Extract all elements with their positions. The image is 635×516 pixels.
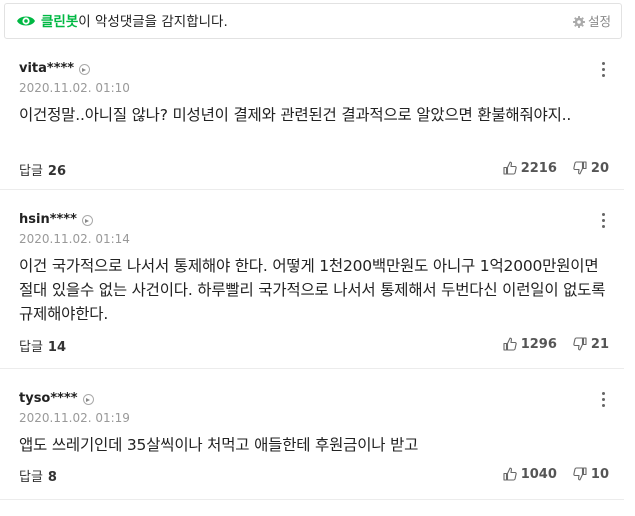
like-count: 1040	[520, 466, 557, 482]
thumbs-up-icon	[503, 337, 517, 351]
like-button[interactable]: 1296	[503, 337, 557, 352]
cleanbot-eye-icon	[17, 16, 35, 26]
more-options-icon[interactable]	[599, 392, 607, 412]
author-name[interactable]: vita****	[19, 61, 74, 77]
comment-author[interactable]: hsin****	[19, 212, 93, 228]
settings-button[interactable]: 설정	[572, 13, 611, 31]
cleanbot-message: 클린봇이 악성댓글을 감지합니다.	[41, 13, 228, 31]
reply-label: 답글	[19, 470, 43, 485]
thumbs-up-icon	[503, 161, 517, 175]
cleanbot-banner: 클린봇이 악성댓글을 감지합니다. 설정	[4, 3, 622, 39]
thumbs-down-icon	[573, 337, 587, 351]
comment-item: vita**** 2020.11.02. 01:10 이건정말..아니질 않나?…	[0, 48, 624, 190]
dislike-count: 21	[590, 336, 609, 352]
like-button[interactable]: 1040	[503, 467, 557, 482]
reply-label: 답글	[19, 164, 43, 179]
dislike-count: 10	[590, 466, 609, 482]
reply-count: 14	[47, 340, 67, 355]
reply-label: 답글	[19, 340, 43, 355]
author-name[interactable]: hsin****	[19, 212, 77, 228]
like-count: 1296	[520, 336, 557, 352]
like-count: 2216	[520, 160, 557, 176]
settings-label: 설정	[587, 14, 611, 29]
comment-date: 2020.11.02. 01:14	[19, 232, 130, 246]
cleanbot-brand: 클린봇	[41, 14, 79, 30]
vote-group: 2216 20	[503, 160, 609, 176]
comment-date: 2020.11.02. 01:19	[19, 411, 130, 425]
comment-item: hsin**** 2020.11.02. 01:14 이건 국가적으로 나서서 …	[0, 199, 624, 369]
dislike-button[interactable]: 10	[573, 467, 609, 482]
comment-item: tyso**** 2020.11.02. 01:19 앱도 쓰레기인데 35살씩…	[0, 378, 624, 500]
cleanbot-text: 이 악성댓글을 감지합니다.	[78, 14, 228, 30]
vote-group: 1296 21	[503, 336, 609, 352]
reply-button[interactable]: 답글 8	[19, 466, 57, 485]
comment-author[interactable]: vita****	[19, 61, 91, 77]
reply-count: 26	[47, 164, 67, 179]
comment-date: 2020.11.02. 01:10	[19, 81, 130, 95]
like-button[interactable]: 2216	[503, 161, 557, 176]
dislike-button[interactable]: 20	[573, 161, 609, 176]
comment-text: 앱도 쓰레기인데 35살씩이나 처먹고 애들한테 후원금이나 받고	[19, 436, 419, 454]
thumbs-up-icon	[503, 467, 517, 481]
chevron-right-icon[interactable]	[81, 214, 93, 226]
thumbs-down-icon	[573, 161, 587, 175]
comment-text: 이건정말..아니질 않나? 미성년이 결제와 관련된건 결과적으로 알았으면 환…	[19, 106, 572, 124]
thumbs-down-icon	[573, 467, 587, 481]
author-name[interactable]: tyso****	[19, 391, 78, 407]
dislike-count: 20	[590, 160, 609, 176]
more-options-icon[interactable]	[599, 62, 607, 82]
chevron-right-icon[interactable]	[82, 393, 94, 405]
dislike-button[interactable]: 21	[573, 337, 609, 352]
comment-text: 이건 국가적으로 나서서 통제해야 한다. 어떻게 1천200백만원도 아니구 …	[19, 257, 606, 323]
vote-group: 1040 10	[503, 466, 609, 482]
reply-button[interactable]: 답글 14	[19, 336, 66, 355]
reply-count: 8	[47, 470, 57, 485]
more-options-icon[interactable]	[599, 213, 607, 233]
chevron-right-icon[interactable]	[79, 63, 91, 75]
comment-author[interactable]: tyso****	[19, 391, 94, 407]
gear-icon	[572, 16, 585, 28]
reply-button[interactable]: 답글 26	[19, 160, 66, 179]
